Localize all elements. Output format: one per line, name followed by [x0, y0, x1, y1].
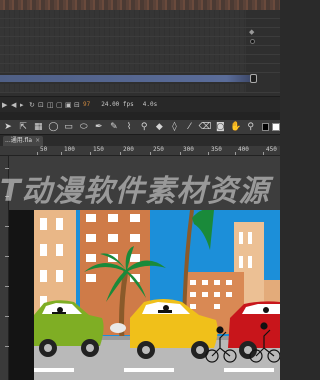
- free-transform-tool-icon[interactable]: ▦: [32, 122, 44, 133]
- select-tool-icon[interactable]: ➤: [2, 122, 14, 133]
- timeline-panel[interactable]: ◆: [0, 10, 280, 96]
- ruler-label: 450: [266, 146, 277, 153]
- ruler-label: 100: [64, 146, 75, 153]
- hand-tool-icon[interactable]: ✋: [229, 122, 241, 133]
- step-back-icon[interactable]: ◀: [11, 101, 17, 108]
- timeline-layer-row[interactable]: [0, 10, 280, 19]
- document-tab[interactable]: ...通用.fla ×: [3, 136, 44, 146]
- bone-tool-icon[interactable]: ⚲: [138, 122, 150, 133]
- fill-color-swatch[interactable]: [272, 123, 280, 131]
- elapsed-time[interactable]: 4.0s: [143, 101, 157, 108]
- loop-icon[interactable]: ↻: [29, 101, 35, 108]
- pencil-tool-icon[interactable]: ✎: [108, 122, 120, 133]
- timeline-header-stripe: [0, 0, 280, 10]
- keyframe-icon[interactable]: ◆: [249, 29, 256, 36]
- ruler-label: 400: [238, 146, 249, 153]
- timeline-layer-row[interactable]: [0, 84, 280, 93]
- eraser-icon[interactable]: ⌫: [199, 122, 212, 133]
- ruler-label: 350: [211, 146, 222, 153]
- horizontal-ruler: 50 100 150 200 250 300 350 400 450: [0, 146, 280, 156]
- onion-outline-icon[interactable]: ▢: [56, 101, 63, 108]
- oval-tool-icon[interactable]: ⬭: [78, 122, 90, 133]
- camera-icon[interactable]: ◙: [214, 122, 226, 133]
- stroke-color-swatch[interactable]: [261, 123, 270, 131]
- timeline-layer-row[interactable]: [0, 19, 280, 28]
- keyframe-icon[interactable]: [250, 38, 256, 44]
- ruler-label: 50: [40, 146, 48, 153]
- edit-multiple-icon[interactable]: ▣: [65, 101, 72, 108]
- paint-bucket-icon[interactable]: ◆: [153, 122, 165, 133]
- brush-tool-icon[interactable]: ⌇: [123, 122, 135, 133]
- onion-markers-icon[interactable]: ⊟: [74, 101, 80, 108]
- document-tab-label: ...通用.fla: [5, 137, 33, 144]
- document-tab-bar: ...通用.fla ×: [0, 135, 280, 146]
- frame-rate[interactable]: 24.00 fps: [101, 101, 134, 108]
- ink-bottle-icon[interactable]: ◊: [168, 122, 180, 133]
- timeline-controls: ▶ ◀ ▸ ↻ ⊡ ◫ ▢ ▣ ⊟ 97 24.00 fps 4.0s: [0, 96, 280, 112]
- pen-tool-icon[interactable]: ✒: [93, 122, 105, 133]
- ruler-label: 200: [123, 146, 134, 153]
- stage-canvas[interactable]: [34, 210, 280, 380]
- timeline-layer-row[interactable]: [0, 55, 280, 64]
- ruler-label: 150: [93, 146, 104, 153]
- close-icon[interactable]: ×: [35, 137, 40, 144]
- watermark-text: T动漫软件素材资源: [0, 174, 270, 209]
- ruler-label: 300: [183, 146, 194, 153]
- stage-offscreen-area: [9, 210, 34, 380]
- timeline-layer-row[interactable]: [0, 64, 280, 73]
- onion-skin-icon[interactable]: ◫: [47, 101, 54, 108]
- rect-tool-icon[interactable]: ▭: [63, 122, 75, 133]
- timeline-layer-row[interactable]: ◆: [0, 28, 280, 37]
- timeline-layer-row[interactable]: [0, 37, 280, 46]
- tools-bar: ➤ ⇱ ▦ ◯ ▭ ⬭ ✒ ✎ ⌇ ⚲ ◆ ◊ ⁄ ⌫ ◙ ✋ ⚲: [0, 120, 280, 135]
- eyedropper-icon[interactable]: ⁄: [184, 122, 196, 133]
- keyframe-icon[interactable]: [250, 74, 257, 83]
- step-forward-icon[interactable]: ▸: [20, 101, 26, 108]
- street-scene-artwork: [34, 210, 280, 380]
- center-frame-icon[interactable]: ⊡: [38, 101, 44, 108]
- timeline-layer-row[interactable]: [0, 46, 280, 55]
- current-frame[interactable]: 97: [83, 101, 90, 108]
- subselect-tool-icon[interactable]: ⇱: [17, 122, 29, 133]
- selected-layer-frames[interactable]: [0, 75, 252, 82]
- ruler-label: 250: [153, 146, 164, 153]
- panel-divider: [0, 112, 280, 120]
- zoom-tool-icon[interactable]: ⚲: [245, 122, 257, 133]
- play-icon[interactable]: ▶: [2, 101, 8, 108]
- lasso-tool-icon[interactable]: ◯: [47, 122, 59, 133]
